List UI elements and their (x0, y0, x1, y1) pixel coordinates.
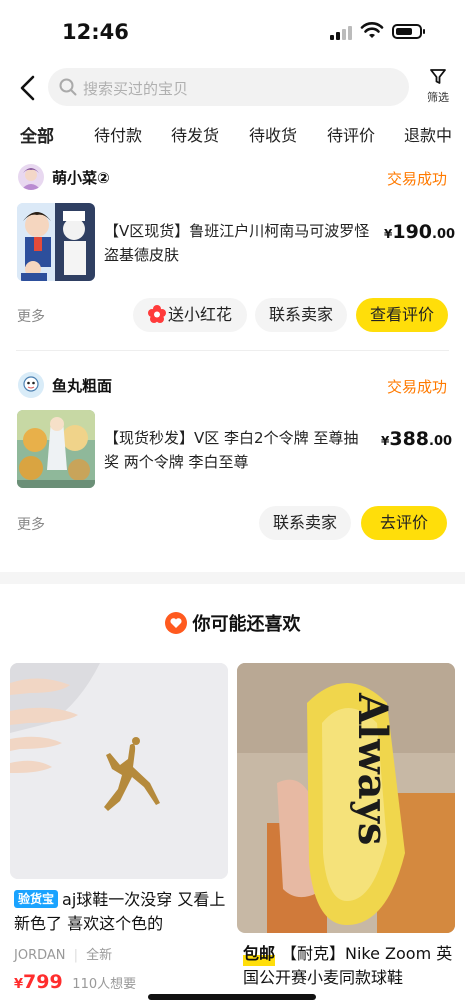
order-price: ¥190.00 (384, 221, 455, 243)
price-decimal: .00 (429, 434, 453, 449)
back-arrow-icon[interactable] (16, 74, 40, 102)
heart-icon (164, 612, 187, 634)
order-price: ¥388.00 (381, 428, 452, 450)
product-image (17, 203, 95, 281)
price-integer: 190 (392, 221, 433, 243)
price-currency: ¥ (14, 977, 24, 992)
contact-seller-button[interactable]: 联系卖家 (259, 506, 351, 540)
write-review-button[interactable]: 去评价 (361, 506, 447, 540)
product-image[interactable]: Always (237, 663, 455, 933)
price-decimal: .00 (432, 227, 456, 242)
tab-all[interactable]: 全部 (20, 122, 54, 150)
free-shipping-badge: 包邮 (243, 942, 276, 966)
product-meta: JORDAN | 全新 (14, 948, 113, 963)
product-thumbnail[interactable] (17, 203, 95, 281)
avatar[interactable] (18, 164, 44, 190)
recommend-title: 你可能还喜欢 (192, 614, 301, 635)
home-indicator (148, 994, 316, 1000)
recommend-heading: 你可能还喜欢 (0, 610, 465, 636)
product-desc: 验货宝 aj球鞋一次没穿 又看上新色了 喜欢这个色的 (14, 888, 228, 936)
shop-name[interactable]: 萌小菜② (52, 167, 110, 188)
avatar[interactable] (18, 372, 44, 398)
product-title[interactable]: 【V区现货】鲁班江户川柯南马可波罗怪盗基德皮肤 (104, 219, 374, 267)
divider (16, 350, 449, 351)
search-icon (59, 78, 77, 96)
more-link[interactable]: 更多 (17, 514, 45, 534)
filter-button[interactable]: 筛选 (420, 68, 456, 112)
shop-name[interactable]: 鱼丸粗面 (52, 375, 112, 396)
contact-seller-button[interactable]: 联系卖家 (255, 298, 347, 332)
search-input[interactable]: 搜索买过的宝贝 (48, 68, 409, 106)
section-separator (0, 572, 465, 584)
product-image[interactable] (10, 663, 228, 879)
product-price: ¥799 110人想要 (14, 971, 136, 993)
tab-pending-shipment[interactable]: 待发货 (171, 122, 219, 146)
tab-pending-review[interactable]: 待评价 (327, 122, 375, 146)
order-status: 交易成功 (387, 378, 448, 396)
shoe-brand-text: Always (349, 692, 396, 845)
wants-count: 110人想要 (72, 977, 137, 992)
price-integer: 388 (389, 428, 430, 450)
view-review-button[interactable]: 查看评价 (356, 298, 448, 332)
condition-label: 全新 (86, 948, 113, 963)
funnel-icon (430, 69, 446, 84)
price-value: 799 (23, 971, 63, 993)
order-status: 交易成功 (387, 170, 448, 188)
inspection-badge: 验货宝 (14, 890, 59, 908)
product-title[interactable]: 【现货秒发】V区 李白2个令牌 至尊抽奖 两个令牌 李白至尊 (104, 426, 370, 474)
tab-pending-payment[interactable]: 待付款 (94, 122, 142, 146)
status-time: 12:46 (62, 20, 129, 44)
avatar-image (21, 168, 41, 190)
shoebox-image (10, 663, 228, 879)
status-bar: 12:46 (0, 0, 465, 60)
flower-icon (147, 305, 166, 323)
signal-icon (330, 24, 354, 40)
filter-label: 筛选 (427, 91, 449, 104)
order-tabs: 全部 待付款 待发货 待收货 待评价 退款中 (0, 122, 465, 152)
wifi-icon (360, 22, 384, 38)
tab-refund[interactable]: 退款中 (404, 122, 452, 146)
product-desc: 包邮 【耐克】Nike Zoom 英国公开赛小麦同款球鞋 (243, 942, 455, 990)
avatar-image (18, 372, 44, 398)
tab-pending-receipt[interactable]: 待收货 (249, 122, 297, 146)
search-placeholder: 搜索买过的宝贝 (83, 80, 189, 98)
product-image (17, 410, 95, 488)
product-thumbnail[interactable] (17, 410, 95, 488)
shoe-sole-image: Always (237, 663, 455, 933)
battery-icon (392, 24, 425, 39)
send-flower-button[interactable]: 送小红花 (133, 298, 247, 332)
brand-label: JORDAN (14, 948, 66, 963)
send-flower-label: 送小红花 (167, 305, 232, 324)
more-link[interactable]: 更多 (17, 306, 45, 326)
